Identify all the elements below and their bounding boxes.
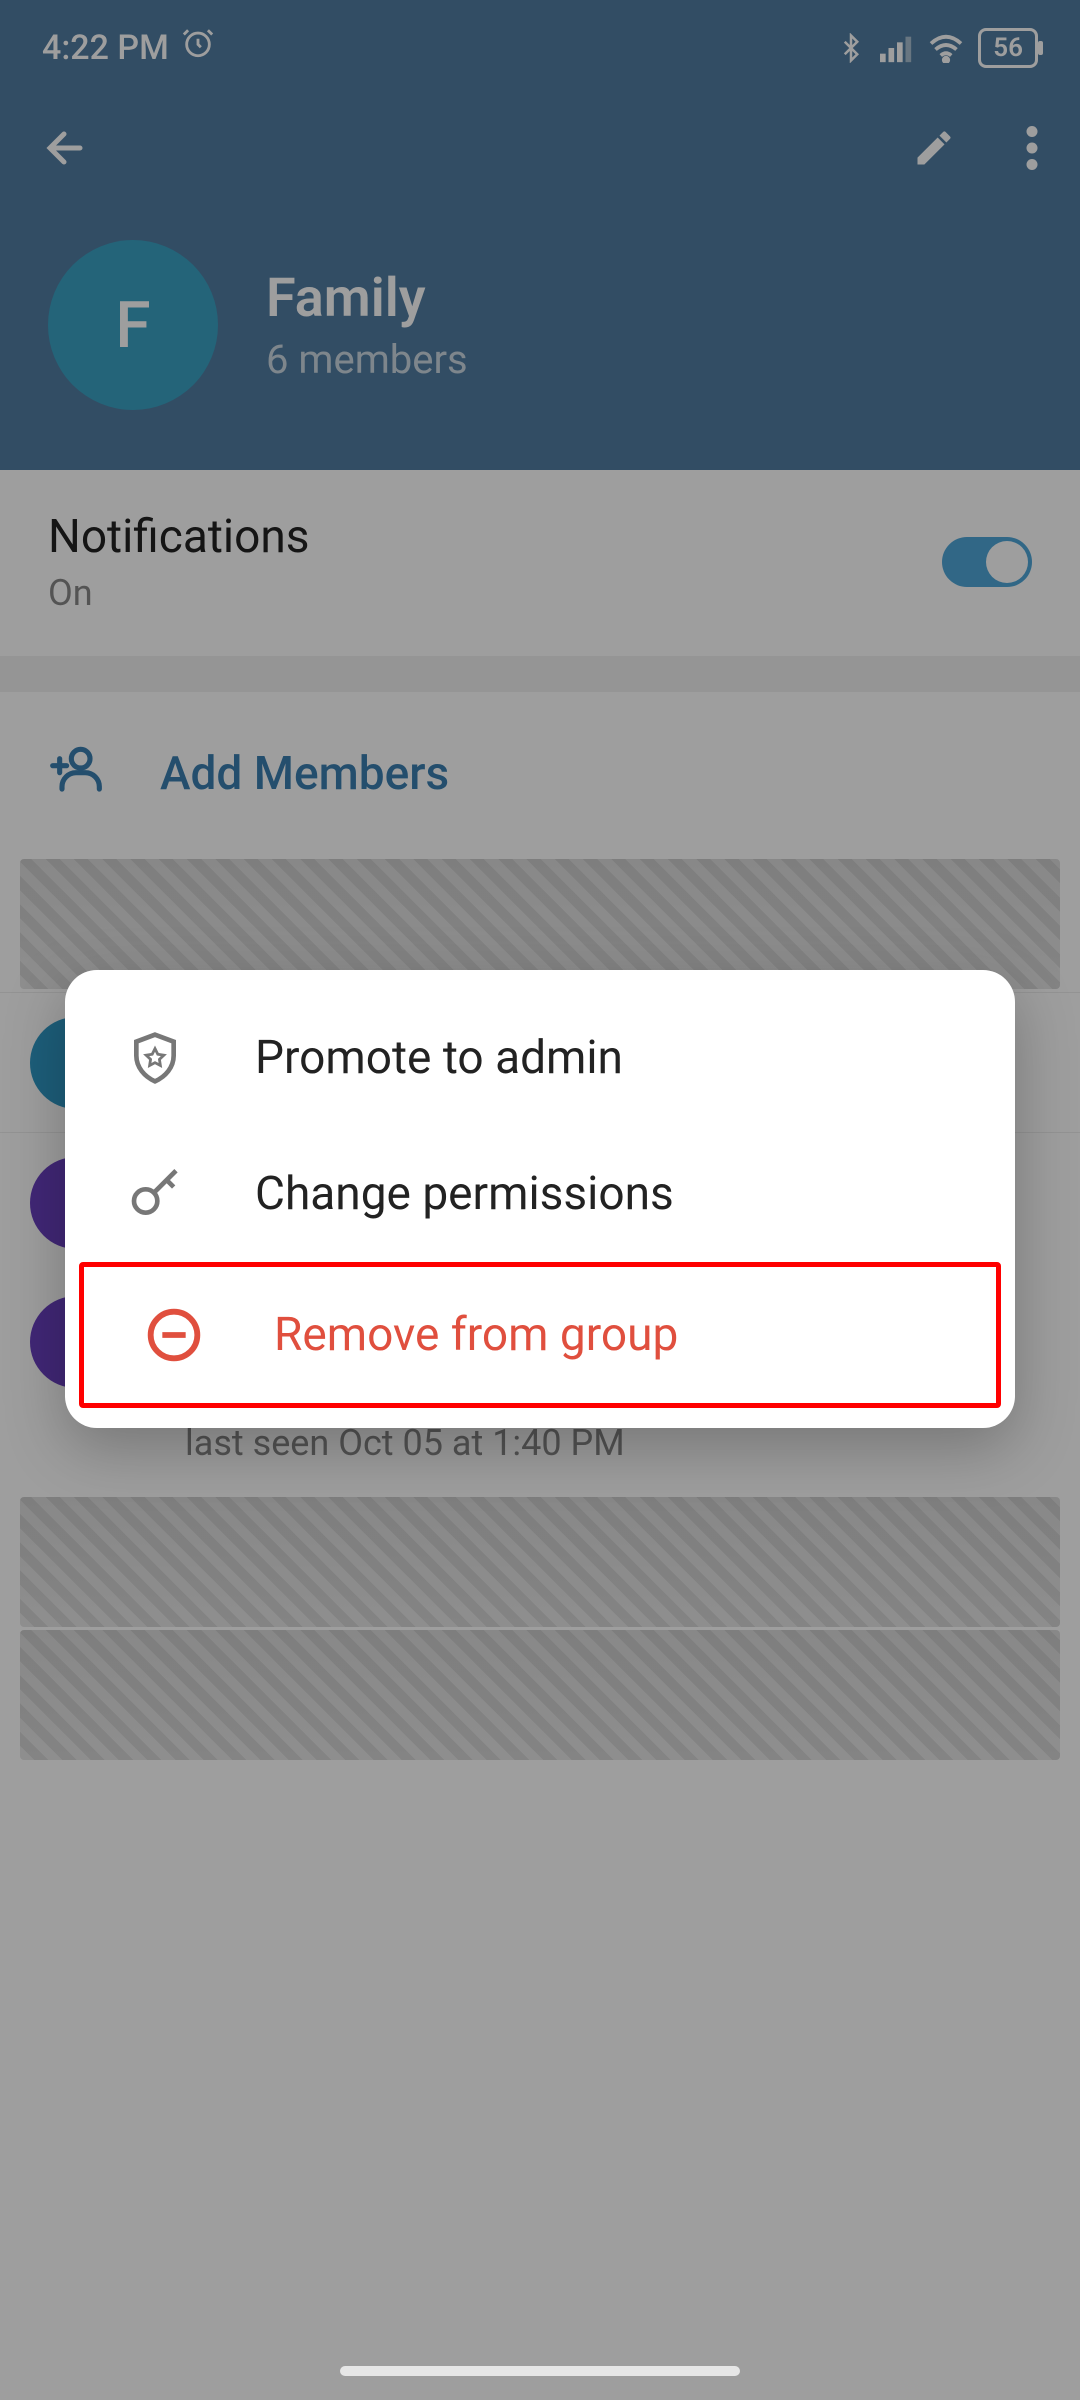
promote-to-admin-item[interactable]: Promote to admin bbox=[65, 990, 1015, 1126]
key-icon bbox=[125, 1164, 185, 1224]
popup-label: Remove from group bbox=[274, 1308, 678, 1362]
highlight-annotation: Remove from group bbox=[79, 1262, 1001, 1408]
popup-label: Change permissions bbox=[255, 1167, 674, 1221]
change-permissions-item[interactable]: Change permissions bbox=[65, 1126, 1015, 1262]
member-context-menu: Promote to admin Change permissions Remo… bbox=[65, 970, 1015, 1428]
remove-from-group-item[interactable]: Remove from group bbox=[84, 1267, 996, 1403]
remove-icon bbox=[144, 1305, 204, 1365]
popup-label: Promote to admin bbox=[255, 1031, 623, 1085]
home-indicator[interactable] bbox=[340, 2366, 740, 2376]
shield-star-icon bbox=[125, 1028, 185, 1088]
